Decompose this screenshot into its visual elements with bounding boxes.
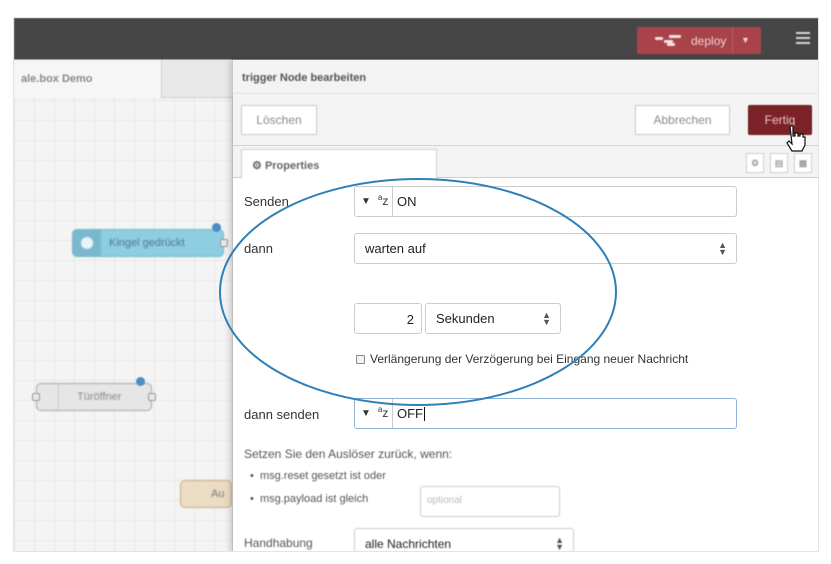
string-type-icon: az [377, 405, 389, 420]
send-value: ON [397, 194, 417, 209]
handling-label: Handhabung [244, 536, 313, 550]
wait-unit-value: Sekunden [436, 311, 495, 326]
cancel-button[interactable]: Abbrechen [635, 105, 730, 135]
deploy-label: deploy [691, 33, 727, 48]
then-value: warten auf [365, 241, 426, 256]
deploy-icon [655, 34, 681, 46]
chevron-down-icon[interactable]: ▼ [741, 35, 750, 45]
string-type-icon: az [377, 193, 389, 208]
then-send-typed-input[interactable]: ▼ az OFF [354, 398, 737, 429]
tray-toolbar: Löschen Abbrechen Fertig [233, 94, 818, 146]
edit-tray: trigger Node bearbeiten Löschen Abbreche… [232, 60, 818, 552]
reset-item-1: • msg.reset gesetzt ist oder [250, 470, 386, 482]
handling-value: alle Nachrichten [365, 536, 452, 551]
payload-reset-input[interactable]: optional [420, 486, 560, 517]
then-select[interactable]: warten auf ▲ ▼ [354, 233, 737, 264]
inject-icon [73, 230, 101, 256]
changed-indicator [212, 223, 221, 232]
output-port[interactable] [220, 239, 228, 247]
node-label: Au [211, 488, 225, 500]
node-icon [37, 384, 59, 410]
handling-select[interactable]: alle Nachrichten ▲ ▼ [354, 528, 574, 552]
workspace-canvas[interactable] [14, 60, 232, 551]
type-selector[interactable]: ▼ az [355, 399, 393, 428]
gear-icon: ⚙ [252, 160, 262, 172]
node-red-editor: deploy ▼ ale.box Demo Kingel gedrückt Tü… [13, 17, 819, 552]
input-port[interactable] [32, 393, 40, 401]
changed-indicator [136, 377, 145, 386]
then-label: dann [244, 241, 273, 256]
extend-label: Verlängerung der Verzögerung bei Eingang… [370, 352, 689, 366]
extend-checkbox[interactable] [356, 355, 365, 364]
menu-icon[interactable] [796, 32, 810, 46]
delete-button[interactable]: Löschen [241, 105, 317, 135]
then-send-value: OFF [397, 405, 425, 422]
reset-intro: Setzen Sie den Auslöser zurück, wenn: [244, 447, 453, 461]
node-tueroeffner[interactable]: Türöffner [36, 383, 152, 411]
tray-tabs: ⚙ Properties ⚙ ▤ ▦ [233, 146, 818, 179]
then-send-label: dann senden [244, 407, 320, 422]
flow-tab[interactable]: ale.box Demo [14, 60, 162, 98]
header-bar: deploy ▼ [14, 18, 818, 60]
send-label: Senden [244, 194, 289, 209]
select-arrows-icon: ▲ ▼ [718, 240, 727, 257]
node-au[interactable]: Au [180, 480, 232, 508]
wait-unit-select[interactable]: Sekunden ▲ ▼ [425, 303, 561, 334]
type-selector[interactable]: ▼ az [355, 187, 393, 216]
wait-amount-input[interactable]: 2 [354, 303, 422, 334]
screenshot-frame: deploy ▼ ale.box Demo Kingel gedrückt Tü… [0, 0, 831, 564]
select-arrows-icon: ▲ ▼ [542, 310, 551, 327]
node-label: Türöffner [77, 391, 122, 403]
node-kingel[interactable]: Kingel gedrückt [72, 229, 224, 257]
node-label: Kingel gedrückt [109, 237, 185, 249]
reset-item-2: • msg.payload ist gleich [250, 493, 369, 505]
select-arrows-icon: ▲ ▼ [555, 535, 564, 552]
output-port[interactable] [148, 393, 156, 401]
settings-tab-icon[interactable]: ⚙ [746, 153, 764, 173]
description-tab-icon[interactable]: ▤ [770, 153, 788, 173]
flow-tab-bar: ale.box Demo [14, 60, 232, 98]
appearance-tab-icon[interactable]: ▦ [794, 153, 812, 173]
deploy-button[interactable]: deploy ▼ [637, 27, 761, 54]
hand-cursor-icon [786, 125, 806, 152]
send-typed-input[interactable]: ▼ az ON [354, 186, 737, 217]
tray-title: trigger Node bearbeiten [233, 60, 818, 94]
tab-properties[interactable]: ⚙ Properties [241, 149, 437, 179]
